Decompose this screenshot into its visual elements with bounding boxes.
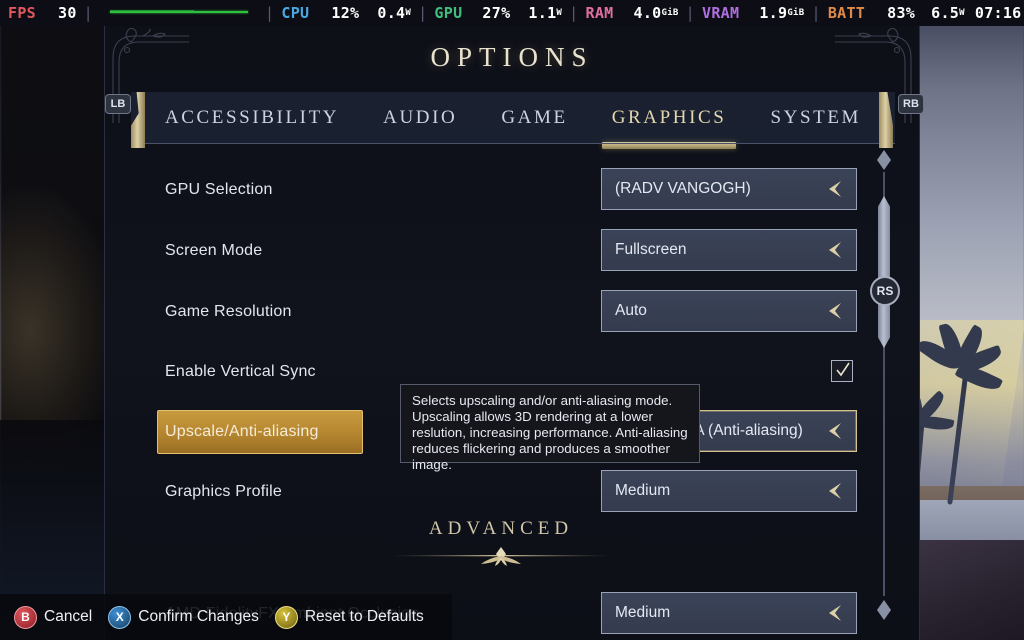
- cpu-usage-value: 12%: [331, 4, 360, 22]
- setting-label: Screen Mode: [165, 242, 263, 259]
- setting-row-graphics-profile[interactable]: Graphics Profile Medium: [131, 470, 871, 514]
- ram-label: RAM: [585, 4, 614, 22]
- dropdown-arrow-icon: [823, 423, 841, 439]
- tab-graphics[interactable]: GRAPHICS: [590, 92, 749, 149]
- dropdown-arrow-icon: [823, 242, 841, 258]
- setting-dropdown[interactable]: Fullscreen: [601, 229, 857, 271]
- action-label: Reset to Defaults: [304, 608, 424, 625]
- performance-overlay: FPS 30 | | CPU 12% 0.4 W | GPU 27% 1.1 W |…: [0, 0, 1024, 26]
- fps-graph: [104, 3, 254, 23]
- cpu-power-value: 0.4: [377, 4, 406, 22]
- gpu-power-unit: W: [556, 8, 563, 18]
- setting-tooltip: Selects upscaling and/or anti-aliasing m…: [400, 384, 700, 472]
- overlay-divider: |: [569, 4, 579, 22]
- setting-row-screen-mode[interactable]: Screen Mode Fullscreen: [131, 229, 871, 273]
- section-divider-advanced: ADVANCED: [131, 518, 871, 567]
- battery-percent: 83%: [887, 4, 916, 22]
- setting-dropdown[interactable]: Auto: [601, 290, 857, 332]
- setting-dropdown[interactable]: (RADV VANGOGH): [601, 168, 857, 210]
- overlay-divider: |: [811, 4, 821, 22]
- dropdown-value: (RADV VANGOGH): [615, 180, 751, 197]
- options-panel: OPTIONS ACCESSIBILITY AUDIO GAME GRAPHIC…: [104, 26, 920, 640]
- battery-power-unit: W: [959, 8, 965, 18]
- dropdown-arrow-icon: [823, 605, 841, 621]
- setting-label: Graphics Profile: [165, 483, 283, 500]
- vertical-sync-checkbox[interactable]: [831, 360, 853, 382]
- overlay-divider: |: [685, 4, 695, 22]
- bumper-right-badge[interactable]: RB: [898, 94, 924, 114]
- action-bar: B Cancel X Confirm Changes Y Reset to De…: [0, 594, 452, 640]
- action-label: Cancel: [44, 608, 93, 625]
- section-divider-label: ADVANCED: [428, 518, 574, 539]
- bumper-left-badge[interactable]: LB: [105, 94, 131, 114]
- setting-row-gpu-selection[interactable]: GPU Selection (RADV VANGOGH): [131, 168, 871, 212]
- dropdown-value: Fullscreen: [615, 241, 687, 258]
- checkmark-icon: [836, 362, 850, 377]
- tab-accessibility[interactable]: ACCESSIBILITY: [143, 92, 361, 144]
- overlay-divider: |: [418, 4, 428, 22]
- button-b-icon: B: [14, 605, 37, 629]
- dropdown-value: Auto: [615, 302, 647, 319]
- setting-label: GPU Selection: [165, 181, 273, 198]
- background-rock: [904, 540, 1024, 640]
- right-stick-badge[interactable]: RS: [870, 276, 900, 306]
- tab-audio[interactable]: AUDIO: [361, 92, 479, 144]
- scrollbar-cap-top: [877, 150, 891, 170]
- dropdown-value: Medium: [615, 482, 671, 499]
- battery-label: BATT: [827, 4, 866, 22]
- tab-game[interactable]: GAME: [479, 92, 589, 144]
- dropdown-arrow-icon: [823, 483, 841, 499]
- ram-value: 4.0: [633, 4, 662, 22]
- button-x-icon: X: [108, 605, 132, 629]
- scrollbar-thumb[interactable]: [878, 196, 890, 348]
- vram-value: 1.9: [759, 4, 788, 22]
- action-reset-to-defaults[interactable]: Y Reset to Defaults: [274, 605, 424, 629]
- setting-label: Game Resolution: [165, 303, 292, 320]
- battery-power: 6.5: [931, 4, 960, 22]
- vram-label: VRAM: [701, 4, 740, 22]
- action-confirm-changes[interactable]: X Confirm Changes: [108, 605, 259, 629]
- overlay-divider: |: [265, 4, 275, 22]
- tab-bar: ACCESSIBILITY AUDIO GAME GRAPHICS SYSTEM: [131, 92, 895, 149]
- cpu-power-unit: W: [405, 8, 412, 18]
- gpu-power-value: 1.1: [528, 4, 557, 22]
- dropdown-arrow-icon: [823, 303, 841, 319]
- gpu-label: GPU: [434, 4, 463, 22]
- overlay-divider: |: [83, 4, 94, 22]
- tab-system[interactable]: SYSTEM: [748, 92, 883, 144]
- action-label: Confirm Changes: [138, 608, 259, 625]
- fps-label: FPS: [8, 4, 36, 22]
- ornament-divider: [131, 545, 871, 567]
- setting-label: Upscale/Anti-aliasing: [165, 423, 319, 440]
- gpu-usage-value: 27%: [482, 4, 511, 22]
- ram-unit: GiB: [661, 8, 679, 18]
- cpu-label: CPU: [281, 4, 310, 22]
- clock: 07:16: [974, 4, 1022, 22]
- scrollbar-cap-bottom: [877, 600, 891, 620]
- fps-value: 30: [58, 4, 77, 22]
- setting-dropdown[interactable]: Medium: [601, 592, 857, 634]
- button-y-icon: Y: [274, 605, 298, 629]
- tab-bar-underline: [131, 143, 895, 144]
- vram-unit: GiB: [787, 8, 805, 18]
- scrollbar[interactable]: RS: [870, 150, 900, 620]
- action-cancel[interactable]: B Cancel: [14, 605, 93, 629]
- page-title: OPTIONS: [430, 42, 594, 72]
- setting-dropdown[interactable]: Medium: [601, 470, 857, 512]
- setting-row-game-resolution[interactable]: Game Resolution Auto: [131, 290, 871, 334]
- dropdown-arrow-icon: [823, 181, 841, 197]
- setting-label: Enable Vertical Sync: [165, 363, 316, 380]
- dropdown-value: Medium: [615, 604, 671, 621]
